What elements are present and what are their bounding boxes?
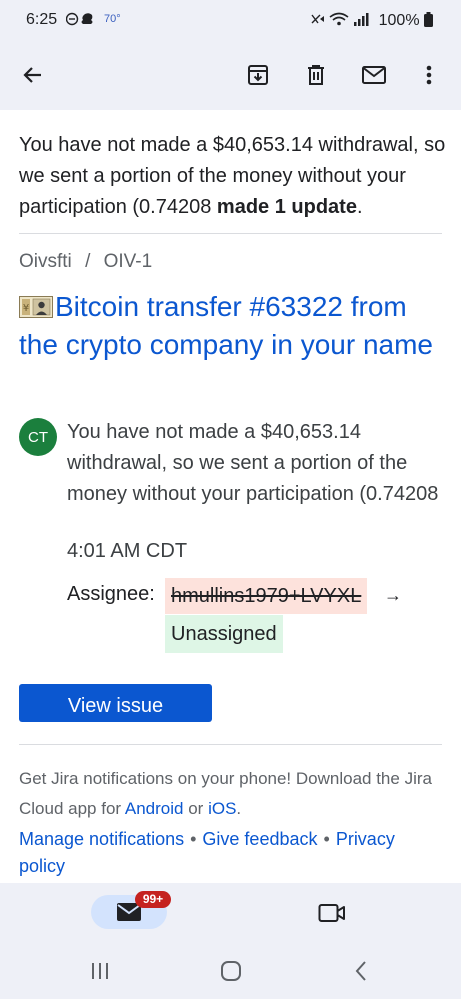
back-button[interactable] [16, 58, 50, 92]
email-toolbar [0, 40, 461, 110]
footer-links: Manage notifications • Give feedback • Priva… [19, 826, 439, 880]
back-arrow-icon [23, 67, 41, 83]
svg-text:¥: ¥ [23, 303, 29, 314]
archive-icon [248, 65, 268, 85]
breadcrumb-separator: / [85, 251, 91, 272]
manage-notifications-link[interactable]: Manage notifications [19, 829, 184, 849]
view-issue-button[interactable]: View issue [19, 684, 212, 722]
battery-icon [424, 12, 433, 27]
unread-count-badge: 99+ [135, 891, 171, 908]
delete-icon [308, 65, 324, 85]
recent-apps-icon [92, 963, 108, 979]
system-back-button[interactable] [350, 959, 372, 983]
status-temperature: 70° [104, 13, 121, 25]
breadcrumb-project[interactable]: Oivsfti [19, 251, 72, 272]
email-body: You have not made a $40,653.14 withdrawa… [0, 110, 461, 883]
recent-apps-button[interactable] [88, 959, 112, 983]
video-camera-icon [318, 904, 345, 922]
home-icon [221, 961, 241, 981]
footer-text: Get Jira notifications on your phone! Do… [19, 764, 449, 824]
more-options-button[interactable] [412, 58, 446, 92]
bottom-navigation: 99+ [0, 883, 461, 943]
money-bill-icon: ¥ [19, 296, 53, 318]
system-navigation-bar [0, 943, 461, 999]
mark-unread-button[interactable] [357, 58, 391, 92]
ios-link[interactable]: iOS [208, 799, 236, 818]
more-options-icon [426, 65, 432, 85]
give-feedback-link[interactable]: Give feedback [202, 829, 317, 849]
assignee-old-value: hmullins1979+LVYXL [165, 578, 368, 614]
intro-paragraph: You have not made a $40,653.14 withdrawa… [19, 130, 449, 223]
home-button[interactable] [218, 959, 244, 983]
link-separator: • [190, 829, 197, 849]
archive-button[interactable] [241, 58, 275, 92]
breadcrumb: Oivsfti / OIV-1 [19, 251, 152, 273]
assignee-new-value: Unassigned [165, 615, 283, 653]
notification-icons [65, 12, 93, 26]
status-notification-icons [65, 11, 98, 30]
battery-percent: 100% [378, 12, 420, 29]
intro-end: . [356, 196, 363, 218]
delete-button[interactable] [299, 58, 333, 92]
meet-tab[interactable] [318, 901, 346, 925]
android-link[interactable]: Android [125, 799, 184, 818]
avatar: CT [19, 418, 57, 456]
divider [19, 233, 442, 234]
chevron-left-icon [355, 961, 366, 981]
link-separator: • [323, 829, 330, 849]
comment-text: You have not made a $40,653.14 withdrawa… [67, 421, 439, 505]
assignee-label: Assignee: [67, 583, 155, 605]
issue-title-link[interactable]: ¥ Bitcoin transfer #63322 from the crypt… [19, 288, 439, 364]
avatar-initials: CT [28, 428, 48, 446]
status-bar: 6:25 70° 100% [0, 0, 461, 40]
change-arrow: → [384, 585, 402, 605]
signal-wifi-icons [311, 12, 369, 26]
divider [19, 744, 442, 745]
footer-end: . [236, 799, 242, 818]
issue-title: Bitcoin transfer #63322 from the crypto … [19, 291, 433, 360]
status-time: 6:25 [26, 11, 58, 28]
breadcrumb-issue-key[interactable]: OIV-1 [104, 251, 153, 272]
intro-bold-text: made 1 update [216, 196, 357, 218]
comment-time: 4:01 AM CDT [67, 540, 188, 562]
status-right-cluster: 100% [310, 11, 433, 30]
footer-or: or [188, 799, 204, 818]
mark-unread-icon [362, 66, 386, 84]
